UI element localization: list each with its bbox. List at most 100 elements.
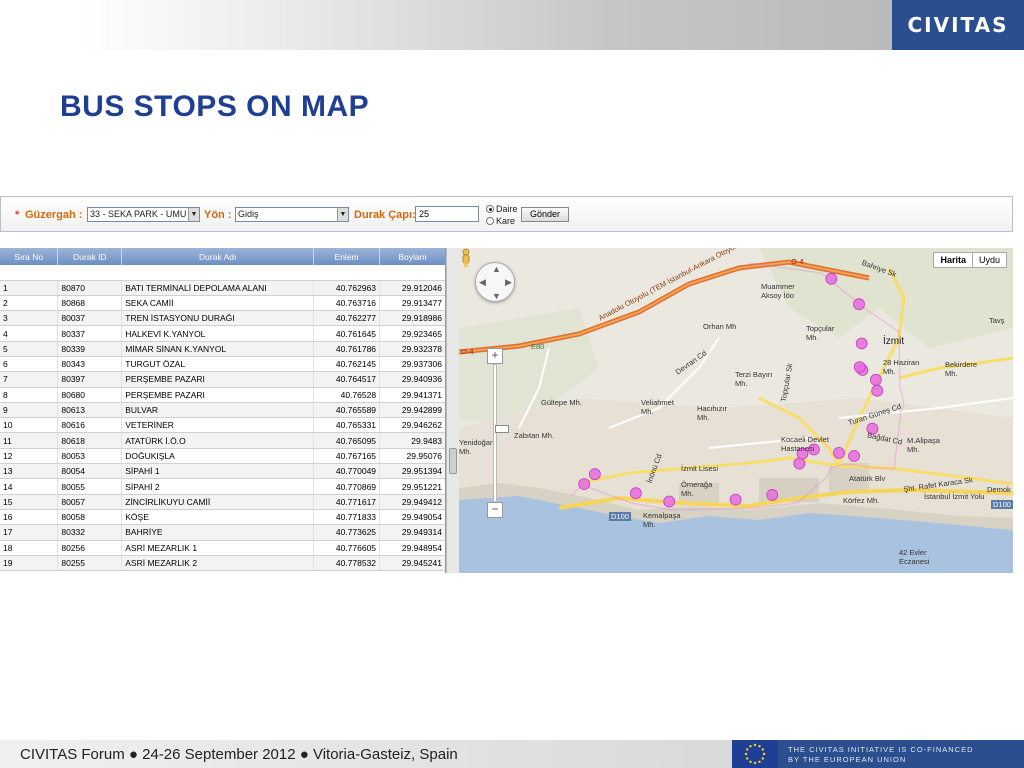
eu-star-icon [758, 745, 761, 748]
table-row[interactable]: 10 80616 VETERİNER 40.765331 29.946262 [0, 417, 445, 434]
radius-input[interactable] [415, 206, 479, 222]
bus-stop-marker[interactable] [871, 384, 884, 397]
bus-stop-marker[interactable] [853, 298, 865, 311]
direction-select[interactable]: Gidiş ▼ [235, 207, 349, 222]
map-label-tavsantepe: Tavş [989, 316, 1005, 325]
bus-stop-marker[interactable] [848, 450, 861, 462]
table-row[interactable]: 6 80343 TURGUT ÖZAL 40.762145 29.937306 [0, 356, 445, 373]
eu-line-1: THE CIVITAS INITIATIVE IS CO-FINANCED [788, 745, 974, 754]
column-header-longitude[interactable]: Boylam [379, 248, 445, 265]
cell-stop-id: 80053 [57, 448, 123, 465]
bus-stop-marker[interactable] [766, 488, 779, 501]
submit-button[interactable]: Gönder [521, 207, 569, 222]
cell-order: 4 [0, 325, 59, 342]
zoom-control[interactable]: + − [487, 348, 509, 518]
map-label-e80: E80 [531, 342, 545, 351]
chevron-down-icon[interactable]: ▼ [337, 208, 348, 221]
table-row[interactable]: 4 80337 HALKEVİ K.YANYOL 40.761645 29.923465 [0, 325, 445, 342]
table-row[interactable]: 2 80868 SEKA CAMİİ 40.763716 29.913477 [0, 295, 445, 312]
map-type-harita-button[interactable]: Harita [934, 253, 973, 267]
cell-stop-name: MİMAR SİNAN K.YANYOL [121, 341, 315, 357]
cell-latitude: 40.767165 [313, 448, 381, 465]
column-header-latitude[interactable]: Enlem [313, 248, 381, 265]
table-row[interactable]: 3 80037 TREN İSTASYONU DURAĞI 40.762277 29.9… [0, 310, 445, 327]
table-row[interactable]: 19 80255 ASRİ MEZARLIK 2 40.778532 29.945241 [0, 555, 445, 572]
chevron-down-icon[interactable]: ▼ [188, 208, 199, 221]
cell-stop-id: 80680 [57, 387, 123, 403]
table-row[interactable]: 9 80613 BULVAR 40.765589 29.942899 [0, 402, 445, 419]
zoom-in-icon[interactable]: + [487, 348, 503, 364]
street-view-pegman-icon[interactable] [459, 248, 473, 268]
map-view[interactable]: O-4 O-4 E80 Anadolu Otoyolu (TEM İstanbu… [459, 248, 1013, 573]
cell-stop-name: TREN İSTASYONU DURAĞI [121, 310, 315, 327]
shape-option-square[interactable]: Kare [486, 216, 515, 226]
bus-stop-marker[interactable] [629, 487, 642, 500]
table-row[interactable]: 5 80339 MİMAR SİNAN K.YANYOL 40.761786 29.93… [0, 341, 445, 357]
cell-order: 8 [0, 387, 59, 403]
table-row[interactable]: 16 80058 KÖŞE 40.771833 29.949054 [0, 509, 445, 526]
map-label-gultepe: Gültepe Mh. [541, 398, 582, 407]
table-scrollbar[interactable] [446, 248, 459, 573]
table-row[interactable]: 17 80332 BAHRİYE 40.773625 29.949314 [0, 524, 445, 541]
required-mark: * [15, 209, 20, 221]
column-header-stop-name[interactable]: Durak Adı [121, 248, 315, 265]
bus-stop-marker[interactable] [793, 457, 806, 470]
zoom-out-icon[interactable]: − [487, 502, 503, 518]
cell-stop-name: PERŞEMBE PAZARI [121, 371, 315, 388]
table-row[interactable]: 18 80256 ASRİ MEZARLIK 1 40.776605 29.948954 [0, 540, 445, 556]
bus-stop-marker[interactable] [855, 337, 868, 350]
cell-latitude: 40.761786 [313, 341, 381, 357]
bus-stop-marker[interactable] [853, 361, 866, 373]
eu-flag-icon [732, 740, 778, 768]
cell-stop-name: SEKA CAMİİ [121, 295, 315, 312]
bus-stop-marker[interactable] [578, 478, 591, 491]
column-header-order[interactable]: Sıra No [0, 248, 59, 265]
table-row[interactable]: 12 80053 DOĞUKIŞLA 40.767165 29.95076 [0, 448, 445, 465]
pan-up-icon[interactable]: ▲ [492, 264, 501, 274]
table-row[interactable]: 11 80618 ATATÜRK İ.Ö.O 40.765095 29.9483 [0, 432, 445, 449]
cell-stop-name: ZİNCİRLİKUYU CAMİİ [121, 494, 315, 510]
cell-stop-name: ASRİ MEZARLIK 1 [121, 540, 315, 556]
radio-square-icon[interactable] [486, 217, 494, 225]
table-row[interactable]: 8 80680 PERŞEMBE PAZARI 40.76528 29.941371 [0, 387, 445, 403]
zoom-slider-handle[interactable] [495, 425, 509, 433]
bus-stop-marker[interactable] [729, 493, 742, 506]
bus-stop-marker[interactable] [588, 468, 601, 481]
cell-latitude: 40.762277 [313, 310, 381, 327]
cell-latitude: 40.76528 [313, 387, 381, 403]
cell-order: 12 [0, 448, 59, 465]
radius-label: Durak Çapı: [354, 209, 416, 221]
table-row[interactable]: 13 80054 SİPAHİ 1 40.770049 29.951394 [0, 463, 445, 480]
pan-right-icon[interactable]: ▶ [505, 277, 512, 288]
cell-longitude: 29.913477 [379, 295, 445, 312]
cell-stop-name: DOĞUKIŞLA [121, 448, 315, 465]
route-select[interactable]: 33 - SEKA PARK - UMU ▼ [87, 207, 200, 222]
table-row[interactable]: 7 80397 PERŞEMBE PAZARI 40.764517 29.940936 [0, 371, 445, 388]
radio-circle-icon[interactable] [486, 205, 494, 213]
footer-event-text: CIVITAS Forum ● 24-26 September 2012 ● V… [20, 746, 458, 763]
map-label-kocaeli: Kocaeli Devlet Hastanesi [781, 435, 829, 453]
pan-down-icon[interactable]: ▼ [492, 291, 501, 301]
pan-left-icon[interactable]: ◀ [479, 277, 486, 288]
cell-latitude: 40.770869 [313, 478, 381, 495]
table-row[interactable]: 1 80870 BATI TERMİNALİ DEPOLAMA ALANI 40.76… [0, 280, 445, 296]
route-label: Güzergah : [25, 209, 83, 221]
cell-latitude: 40.765331 [313, 417, 381, 434]
bus-stop-marker[interactable] [663, 495, 676, 508]
bus-stop-marker[interactable] [869, 373, 882, 386]
pan-control[interactable]: ▲ ▼ ◀ ▶ [475, 262, 515, 302]
cell-longitude: 29.945241 [379, 555, 445, 572]
eu-star-icon [749, 745, 752, 748]
column-header-stop-id[interactable]: Durak ID [57, 248, 123, 265]
shape-option-circle[interactable]: Daire [486, 204, 518, 214]
cell-longitude: 29.948954 [379, 540, 445, 556]
zoom-track[interactable] [493, 364, 509, 502]
map-type-uydu-button[interactable]: Uydu [973, 253, 1006, 267]
map-label-orhan: Orhan Mh [703, 322, 737, 331]
scrollbar-grip[interactable] [449, 448, 457, 474]
cell-longitude: 29.949314 [379, 524, 445, 541]
table-row[interactable]: 14 80055 SİPAHİ 2 40.770869 29.951221 [0, 478, 445, 495]
cell-order: 5 [0, 341, 59, 357]
bus-stop-marker[interactable] [825, 272, 838, 285]
table-row[interactable]: 15 80057 ZİNCİRLİKUYU CAMİİ 40.771617 29.949… [0, 494, 445, 510]
